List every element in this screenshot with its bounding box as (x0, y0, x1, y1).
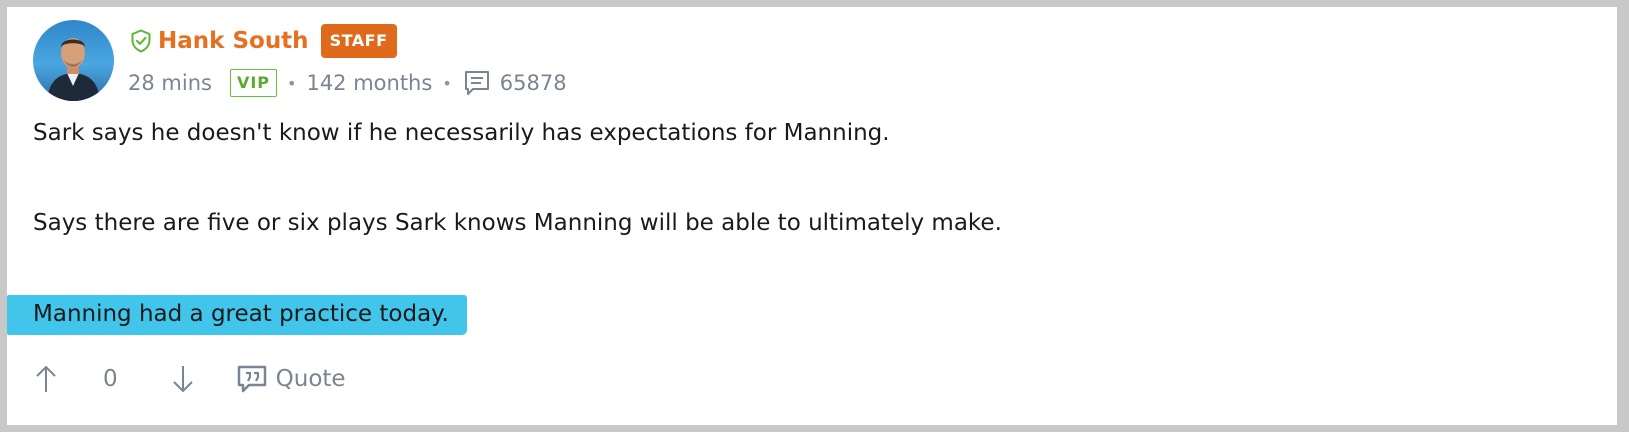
quote-button[interactable]: Quote (236, 363, 346, 395)
post-time[interactable]: 28 mins (128, 71, 212, 95)
vote-count: 0 (103, 366, 118, 392)
post-paragraph: Says there are five or six plays Sark kn… (33, 205, 1593, 295)
avatar[interactable] (33, 20, 114, 101)
vip-badge: VIP (229, 69, 278, 97)
arrow-up-icon[interactable] (33, 361, 59, 397)
post-meta: 28 mins VIP • 142 months • 65878 (128, 67, 567, 99)
comments-icon (462, 68, 492, 98)
author-name[interactable]: Hank South (158, 28, 309, 54)
quote-label: Quote (275, 366, 346, 392)
quote-icon (236, 363, 268, 395)
author-row: Hank South STAFF (128, 23, 397, 59)
post-paragraph-text: Sark says he doesn't know if he necessar… (33, 120, 890, 146)
highlighted-text: Manning had a great practice today. (7, 295, 467, 335)
meta-separator: • (442, 73, 452, 93)
post-actions: 0 Quote (33, 359, 346, 399)
membership-length: 142 months (306, 71, 433, 95)
staff-badge: STAFF (320, 24, 397, 58)
user-avatar-icon (33, 20, 114, 101)
post-paragraph: Sark says he doesn't know if he necessar… (33, 115, 1593, 205)
arrow-down-icon[interactable] (170, 361, 196, 397)
post-count: 65878 (499, 71, 567, 95)
meta-separator: • (287, 73, 297, 93)
shield-check-icon (128, 28, 154, 54)
post-paragraph-text: Says there are five or six plays Sark kn… (33, 210, 1002, 236)
post-body: Sark says he doesn't know if he necessar… (7, 115, 1593, 385)
post-card: Hank South STAFF 28 mins VIP • 142 month… (7, 7, 1617, 425)
